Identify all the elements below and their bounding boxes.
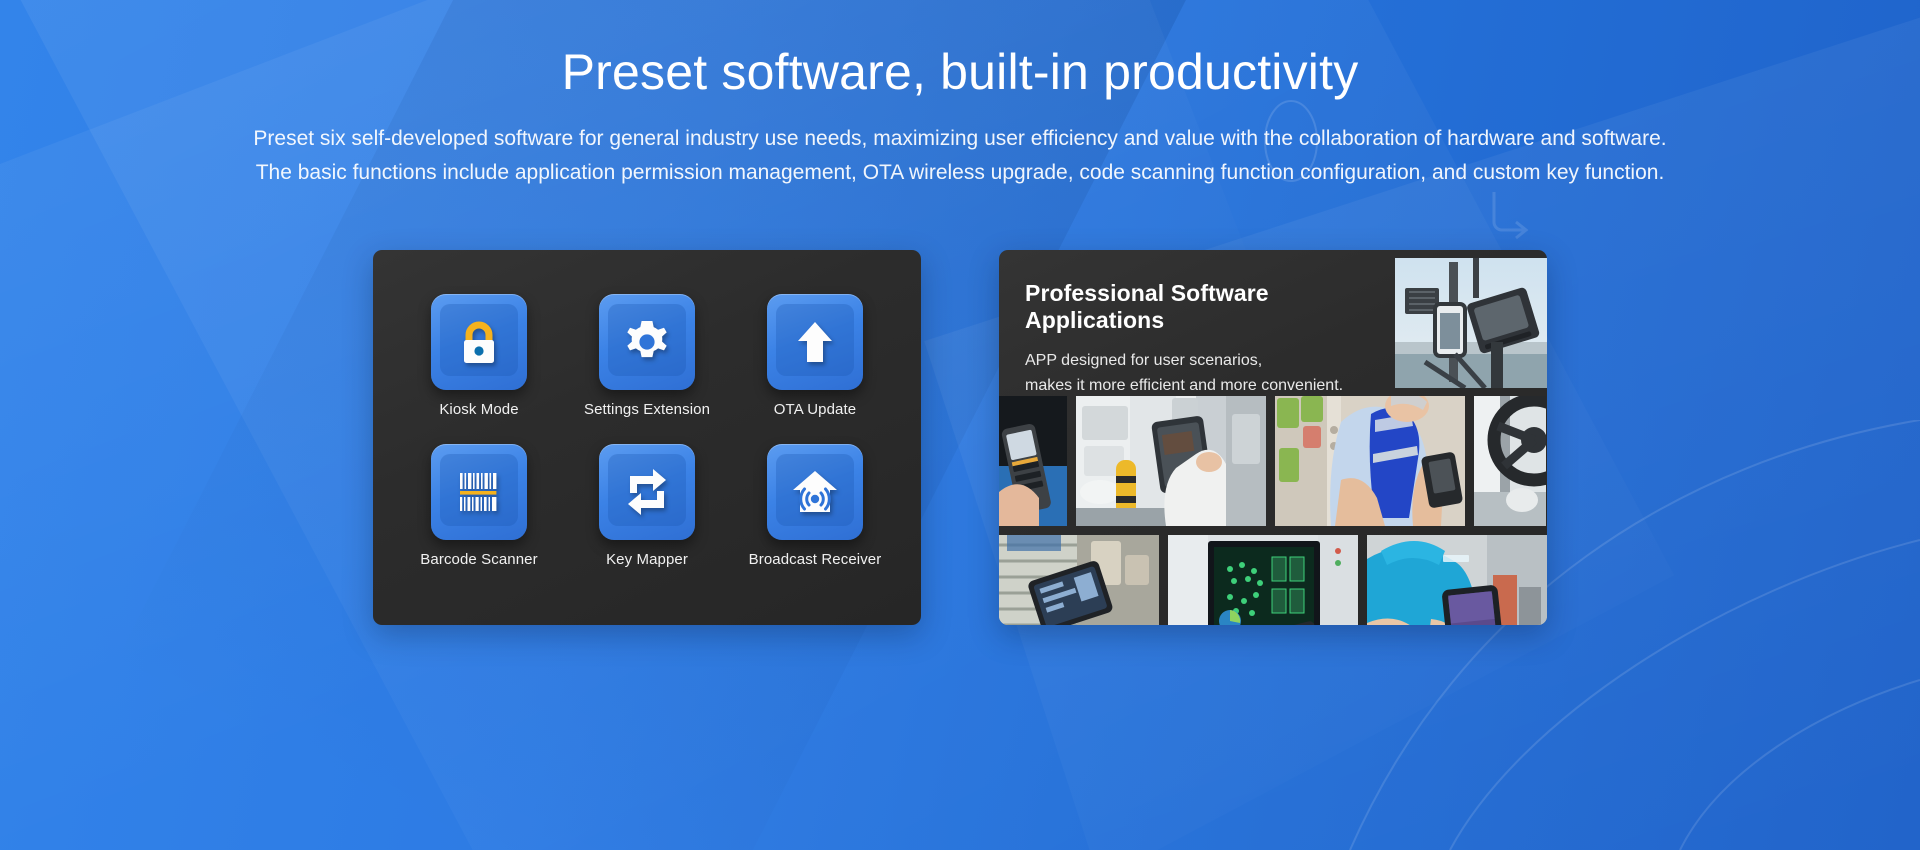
gear-icon: [599, 294, 695, 390]
photo-factory-monitor-scanner: [1168, 535, 1358, 625]
photo-handheld-scanner: [999, 396, 1067, 526]
up-arrow-icon: [767, 294, 863, 390]
app-label: Broadcast Receiver: [748, 551, 882, 568]
decorative-key-icon: [1480, 182, 1544, 246]
app-label: Key Mapper: [606, 551, 688, 568]
right-panel-title: Professional Software Applications: [1025, 280, 1269, 333]
app-item-kiosk-mode[interactable]: Kiosk Mode: [395, 294, 563, 418]
photo-truck-inspection-tablet: [1076, 396, 1266, 526]
app-label: OTA Update: [773, 401, 857, 418]
loop-arrows-icon: [599, 444, 695, 540]
subtitle-line-2: The basic functions include application …: [255, 161, 1665, 184]
photo-warehouse-tablet: [999, 535, 1159, 625]
lock-icon: [431, 294, 527, 390]
app-item-broadcast-receiver[interactable]: Broadcast Receiver: [731, 444, 899, 568]
photo-retail-worker-scanner: [1275, 396, 1465, 526]
app-icon-grid: Kiosk Mode Settings Extension OTA Update…: [373, 294, 921, 568]
barcode-icon: [431, 444, 527, 540]
app-item-barcode-scanner[interactable]: Barcode Scanner: [395, 444, 563, 568]
photo-row-1: [999, 396, 1547, 526]
page-title: Preset software, built-in productivity: [561, 44, 1359, 100]
description-line-2: makes it more efficient and more conveni…: [1025, 377, 1344, 394]
page-subtitle: Preset six self-developed software for g…: [0, 122, 1920, 190]
page-header: Preset software, built-in productivity P…: [0, 44, 1920, 190]
photo-technician-rugged-tablet: [1367, 535, 1547, 625]
broadcast-home-icon: [767, 444, 863, 540]
panels-row: Kiosk Mode Settings Extension OTA Update…: [0, 250, 1920, 630]
app-label: Barcode Scanner: [420, 551, 538, 568]
right-panel-description: APP designed for user scenarios, makes i…: [1025, 348, 1369, 398]
photo-vehicle-steering-wheel: [1474, 396, 1546, 526]
app-label: Kiosk Mode: [439, 401, 519, 418]
photo-row-2: [999, 535, 1547, 625]
app-label: Settings Extension: [583, 401, 711, 418]
photo-collage: [999, 396, 1547, 625]
professional-applications-panel: Professional Software Applications APP d…: [999, 250, 1547, 625]
description-line-1: APP designed for user scenarios,: [1025, 352, 1263, 369]
app-item-ota-update[interactable]: OTA Update: [731, 294, 899, 418]
app-item-settings-extension[interactable]: Settings Extension: [563, 294, 731, 418]
subtitle-line-1: Preset six self-developed software for g…: [253, 127, 1667, 150]
app-item-key-mapper[interactable]: Key Mapper: [563, 444, 731, 568]
right-panel-header: Professional Software Applications APP d…: [1025, 280, 1369, 398]
hero-photo-forklift-terminal: [1395, 258, 1547, 388]
preset-apps-panel: Kiosk Mode Settings Extension OTA Update…: [373, 250, 921, 625]
